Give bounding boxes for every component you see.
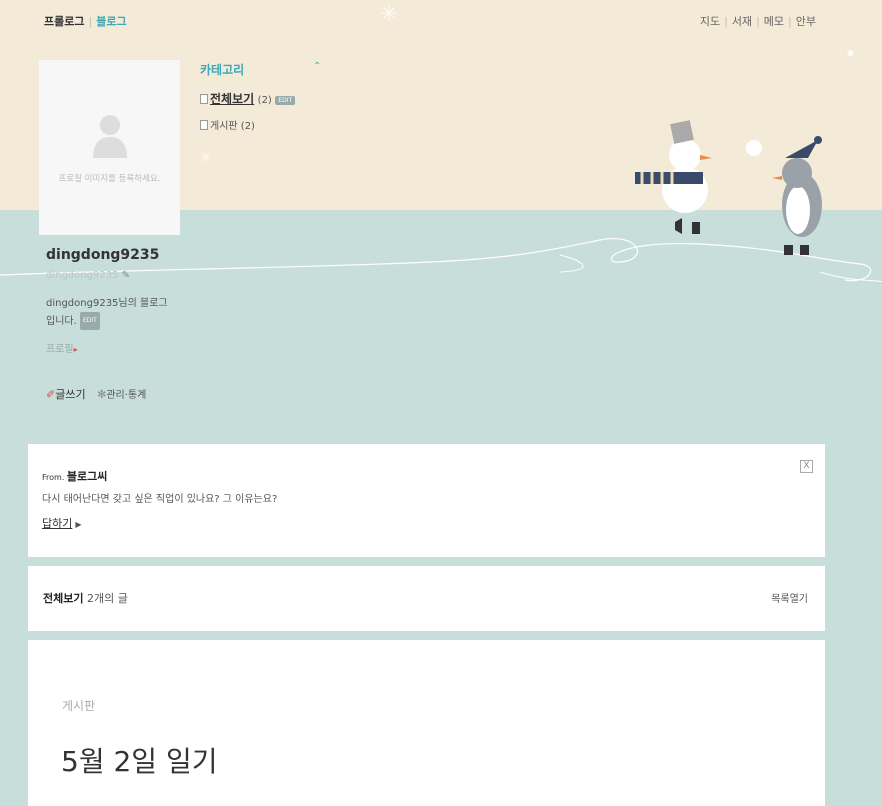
post-list-title: 전체보기 2개의 글: [43, 592, 128, 605]
document-icon: [200, 120, 208, 130]
chevron-up-icon[interactable]: ⌃: [313, 61, 321, 72]
category-item-all[interactable]: 전체보기 (2) EDIT: [200, 90, 296, 107]
blog-link[interactable]: 블로그: [96, 15, 126, 28]
arrow-right-icon: ▸: [73, 345, 78, 354]
blog-sub-id: dingdong9235 ✎: [46, 270, 130, 281]
profile-link[interactable]: 프로필▸: [46, 340, 78, 355]
category-title[interactable]: 카테고리: [200, 61, 244, 78]
write-row: ✐글쓰기 ✻관리·통계: [46, 386, 146, 402]
avatar-placeholder-icon: [93, 115, 127, 158]
blog-description: dingdong9235님의 블로그 입니다. EDIT: [46, 296, 176, 330]
map-link[interactable]: 지도: [700, 15, 720, 28]
category-item-board[interactable]: 게시판 (2): [200, 117, 255, 132]
pencil-icon: ✐: [46, 388, 56, 401]
top-nav-right: 지도 | 서재 | 메모 | 안부: [699, 15, 816, 28]
post-list-card: 전체보기 2개의 글 목록열기: [28, 566, 825, 631]
prologue-link[interactable]: 프롤로그: [44, 15, 84, 28]
pencil-icon[interactable]: ✎: [122, 270, 130, 281]
reply-button[interactable]: 답하기 ▶: [42, 515, 82, 531]
top-nav-left: 프롤로그 | 블로그: [44, 15, 127, 28]
snowflake-icon: ✳: [200, 150, 212, 166]
admin-stats-link[interactable]: 관리·통계: [106, 390, 146, 401]
profile-image-hint: 프로필 이미지를 등록하세요.: [58, 174, 161, 184]
gear-icon: ✻: [97, 388, 107, 401]
snowflake-icon: ✳: [380, 2, 399, 27]
snowman-penguin-illustration: [635, 120, 822, 255]
arrow-right-icon: ▶: [75, 520, 82, 529]
close-icon[interactable]: X: [800, 460, 813, 473]
snowflake-icon: ●: [847, 48, 854, 57]
blog-question-card: From. 블로그씨 다시 태어난다면 갖고 싶은 직업이 있나요? 그 이유는…: [28, 444, 825, 557]
guestbook-link[interactable]: 안부: [796, 15, 816, 28]
blog-id: dingdong9235: [46, 247, 160, 263]
post-card: 게시판 5월 2일 일기: [28, 640, 825, 806]
question-from: From. 블로그씨: [42, 470, 108, 483]
write-button[interactable]: 글쓰기: [55, 388, 85, 401]
post-category[interactable]: 게시판: [62, 697, 95, 714]
post-title[interactable]: 5월 2일 일기: [61, 740, 217, 780]
profile-image[interactable]: 프로필 이미지를 등록하세요.: [39, 60, 180, 235]
library-link[interactable]: 서재: [732, 15, 752, 28]
open-list-button[interactable]: 목록열기: [771, 590, 808, 605]
edit-badge[interactable]: EDIT: [79, 312, 100, 330]
document-icon: [200, 94, 208, 104]
question-text: 다시 태어난다면 갖고 싶은 직업이 있나요? 그 이유는요?: [42, 494, 278, 505]
edit-badge[interactable]: EDIT: [275, 95, 296, 105]
memo-link[interactable]: 메모: [764, 15, 784, 28]
